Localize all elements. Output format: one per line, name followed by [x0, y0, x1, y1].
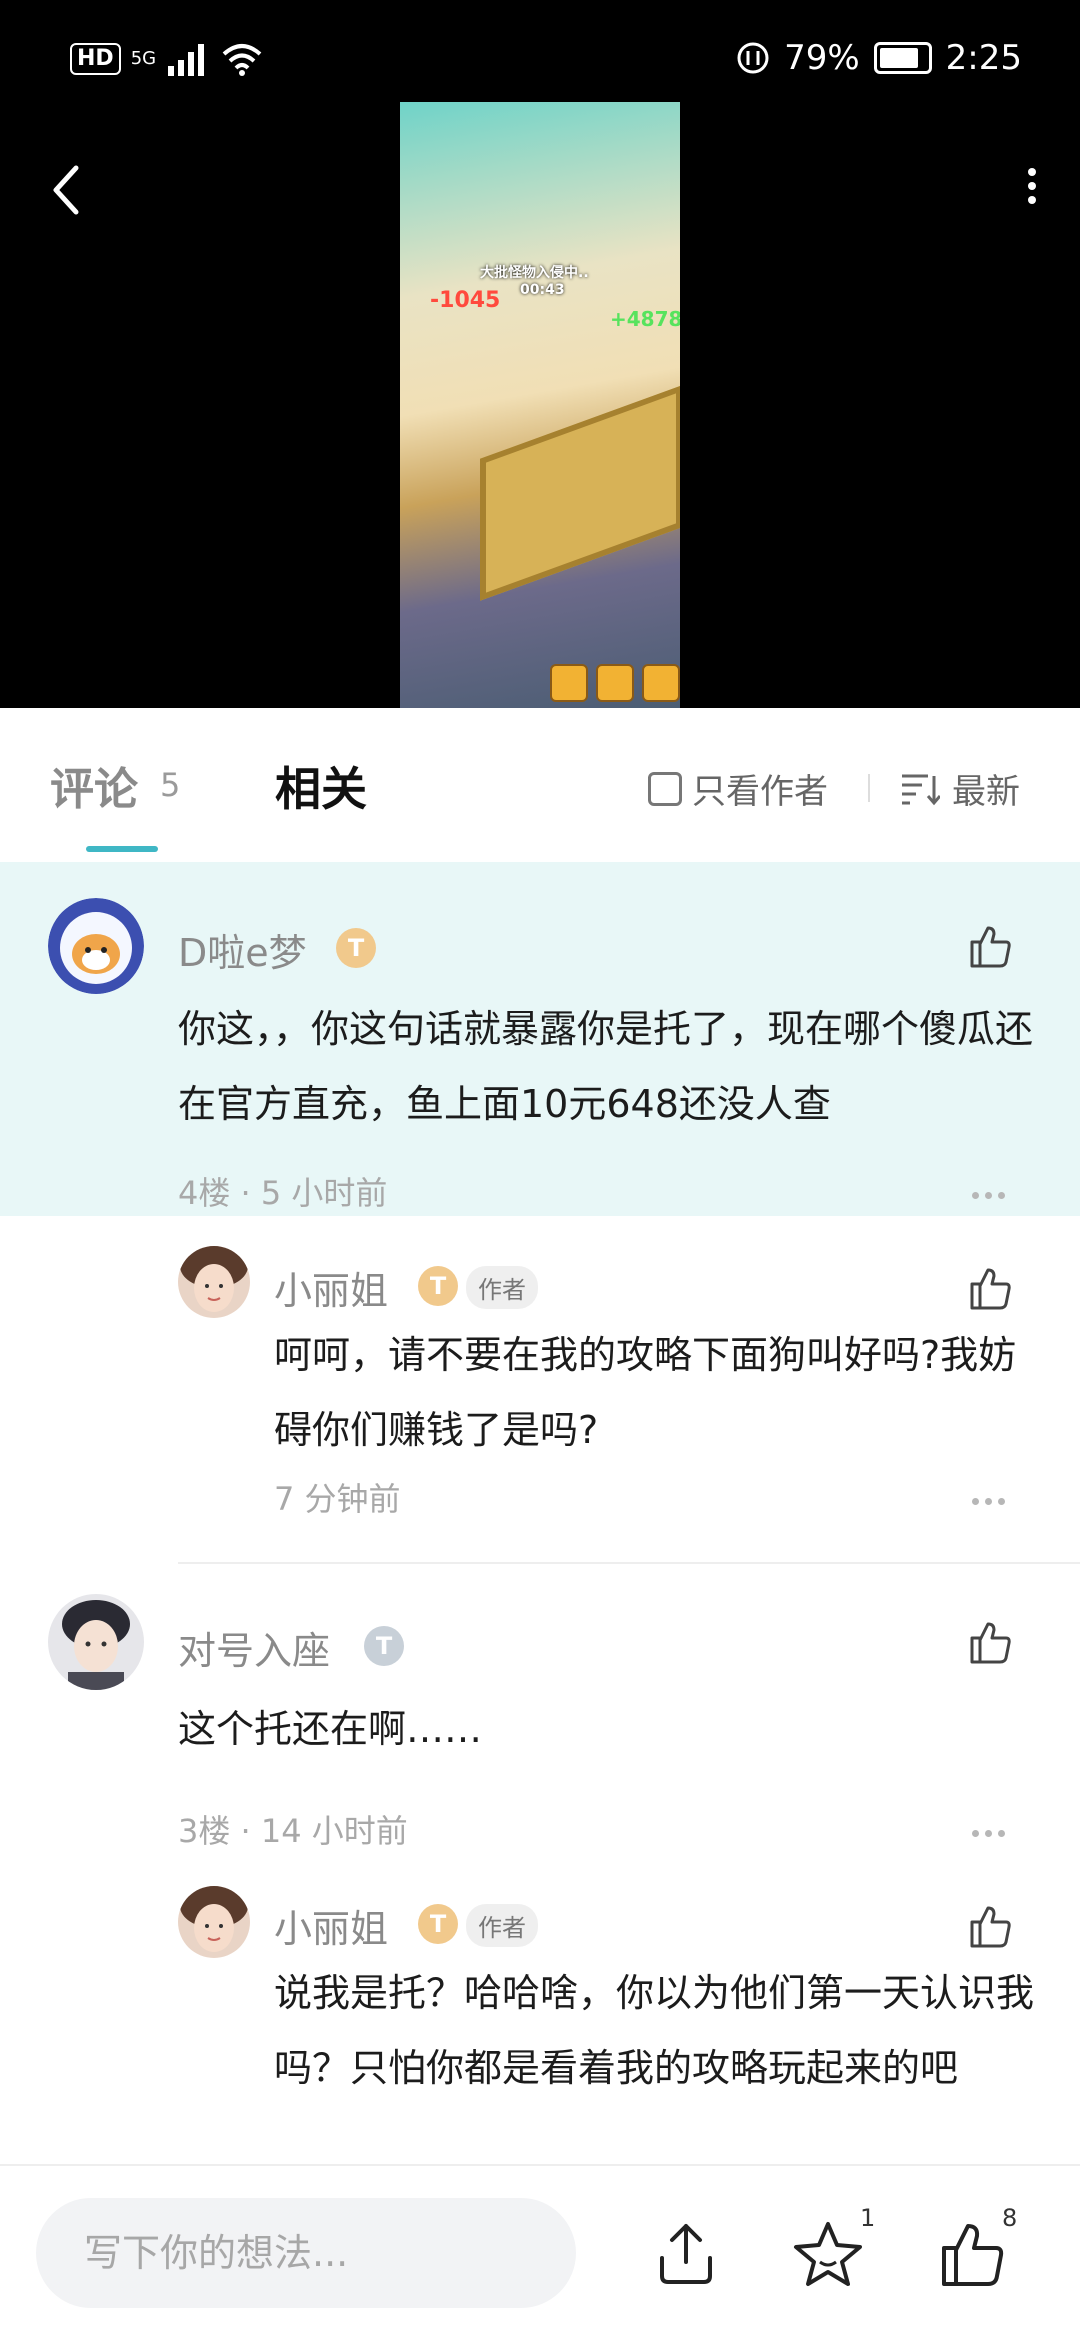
- reply-text: 说我是托？哈哈啥，你以为他们第一天认识我吗？只怕你都是看着我的攻略玩起来的吧: [274, 1971, 1035, 2090]
- avatar[interactable]: [48, 898, 144, 994]
- favorite-star-icon[interactable]: [792, 2218, 864, 2290]
- bottom-action-bar: 写下你的想法... 1 8: [0, 2164, 1080, 2342]
- tab-bar: 评论 5 相关 只看作者 最新: [0, 708, 1080, 862]
- avatar[interactable]: [48, 1594, 144, 1690]
- like-icon[interactable]: [966, 922, 1014, 970]
- wifi-icon: [222, 44, 262, 76]
- video-alert-text: 大批怪物入侵中..: [480, 265, 589, 281]
- signal-icon: [168, 44, 205, 76]
- reply-text: 呵呵，请不要在我的攻略下面狗叫好吗?我妨碍你们赚钱了是吗?: [274, 1333, 1017, 1452]
- comment-meta: 3楼 · 14 小时前: [178, 1812, 408, 1850]
- battery-icon: [873, 42, 932, 74]
- video-game-icons: [550, 664, 680, 702]
- sort-label: 最新: [952, 772, 1020, 812]
- video-timer: 00:43: [520, 282, 565, 298]
- share-icon[interactable]: [650, 2218, 722, 2290]
- level-badge: T: [418, 1904, 458, 1944]
- like-icon[interactable]: [966, 1618, 1014, 1666]
- battery-percent: 79%: [784, 38, 860, 78]
- data-saver-icon: [737, 42, 769, 74]
- comment-input[interactable]: 写下你的想法...: [36, 2198, 576, 2308]
- favorite-count: 1: [860, 2204, 876, 2232]
- avatar[interactable]: [178, 1886, 250, 1958]
- comment-text: 这个托还在啊……: [178, 1707, 483, 1751]
- more-options-icon[interactable]: [972, 1490, 1012, 1505]
- more-vertical-icon[interactable]: [1022, 166, 1042, 206]
- like-count: 8: [1002, 2204, 1018, 2232]
- like-thumb-icon[interactable]: [936, 2218, 1008, 2290]
- level-badge: T: [336, 928, 376, 968]
- active-tab-indicator: [86, 846, 158, 852]
- network-type: 5G: [130, 48, 157, 69]
- more-options-icon[interactable]: [972, 1822, 1012, 1837]
- comments-count: 5: [160, 766, 181, 804]
- hd-indicator: HD: [70, 43, 121, 75]
- divider: [868, 774, 870, 802]
- clock: 2:25: [945, 38, 1022, 78]
- tab-related[interactable]: 相关: [275, 753, 367, 819]
- more-options-icon[interactable]: [972, 1184, 1012, 1199]
- level-badge: T: [364, 1626, 404, 1666]
- divider: [178, 1562, 1080, 1564]
- comment-meta: 4楼 · 5 小时前: [178, 1174, 388, 1212]
- back-arrow-icon[interactable]: [46, 160, 86, 220]
- video-player[interactable]: 大批怪物入侵中.. 00:43 -1045 +4878: [400, 102, 680, 708]
- author-tag: 作者: [466, 1904, 538, 1947]
- video-damage-red: -1045: [430, 288, 501, 313]
- like-icon[interactable]: [966, 1264, 1014, 1312]
- comment-username[interactable]: D啦e梦: [178, 922, 307, 977]
- tab-comments[interactable]: 评论: [50, 753, 138, 817]
- author-tag: 作者: [466, 1266, 538, 1309]
- video-damage-green: +4878: [610, 307, 680, 331]
- status-bar: HD 5G 79% 2:25: [0, 38, 1080, 88]
- reply-meta: 7 分钟前: [274, 1480, 401, 1518]
- comment-text: 你这，，你这句话就暴露你是托了，现在哪个傻瓜还在官方直充，鱼上面10元648还没…: [178, 1007, 1034, 1126]
- only-author-label: 只看作者: [692, 772, 828, 812]
- like-icon[interactable]: [966, 1902, 1014, 1950]
- reply-username[interactable]: 小丽姐: [274, 1260, 388, 1315]
- video-castle-wall: [480, 385, 680, 601]
- reply-username[interactable]: 小丽姐: [274, 1898, 388, 1953]
- sort-icon: [902, 774, 940, 805]
- level-badge: T: [418, 1266, 458, 1306]
- avatar[interactable]: [178, 1246, 250, 1318]
- checkbox-icon[interactable]: [648, 771, 682, 806]
- sort-button[interactable]: 最新: [900, 764, 1020, 813]
- only-author-toggle[interactable]: 只看作者: [648, 764, 828, 813]
- comment-username[interactable]: 对号入座: [178, 1620, 330, 1675]
